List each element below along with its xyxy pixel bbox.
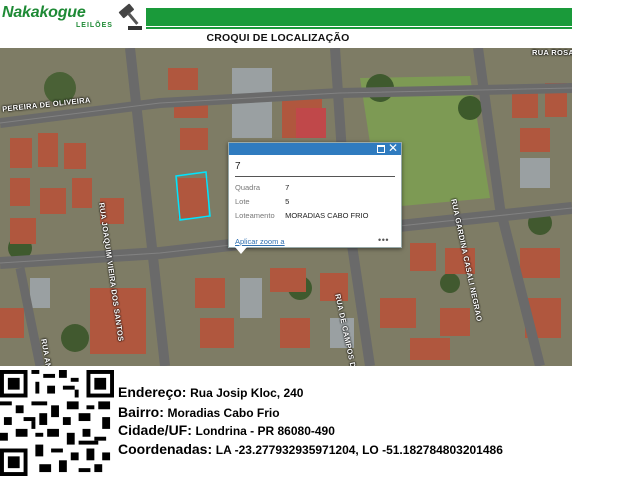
gavel-icon	[118, 3, 142, 30]
field-label: Quadra	[235, 183, 261, 192]
field-value: MORADIAS CABO FRIO	[285, 211, 369, 220]
coordinates-value: LA -23.277932935971204, LO -51.182784803…	[215, 443, 503, 457]
field-value: 7	[285, 183, 290, 192]
page-title: CROQUI DE LOCALIZAÇÃO	[206, 32, 350, 44]
field-label: Lote	[235, 197, 250, 206]
brand-name: Nakakogue	[2, 4, 86, 21]
address-value: Rua Josip Kloc, 240	[190, 386, 304, 400]
popup-divider	[235, 176, 395, 177]
header: Nakakogue LEILÕES	[0, 0, 640, 34]
street-label: RUA ROSA	[532, 48, 572, 57]
qr-code	[0, 370, 114, 476]
popup-field-lote: Lote 5	[235, 197, 289, 206]
city-label: Cidade/UF:	[118, 422, 192, 438]
popup-header: ✕	[229, 141, 401, 155]
city-line: Cidade/UF: Londrina - PR 86080-490	[118, 422, 335, 438]
zoom-to-link[interactable]: Aplicar zoom a	[235, 237, 285, 246]
popup-field-loteamento: Loteamento MORADIAS CABO FRIO	[235, 211, 368, 220]
popup-field-quadra: Quadra 7	[235, 183, 289, 192]
satellite-map[interactable]: PEREIRA DE OLIVEIRA RUA JOAQUIM VIEIRA D…	[0, 48, 572, 366]
city-value: Londrina - PR 86080-490	[195, 424, 335, 438]
close-icon[interactable]: ✕	[388, 141, 398, 155]
coordinates-label: Coordenadas:	[118, 441, 213, 457]
neighborhood-line: Bairro: Moradias Cabo Frio	[118, 404, 280, 420]
header-bar	[146, 8, 572, 26]
popup-pointer	[235, 247, 247, 254]
neighborhood-label: Bairro:	[118, 404, 164, 420]
header-rule	[146, 27, 572, 29]
brand-subtitle: LEILÕES	[76, 22, 113, 29]
neighborhood-value: Moradias Cabo Frio	[167, 406, 280, 420]
brand-logo: Nakakogue LEILÕES	[2, 2, 144, 32]
field-value: 5	[285, 197, 290, 206]
popup-title: 7	[235, 161, 241, 172]
coordinates-line: Coordenadas: LA -23.277932935971204, LO …	[118, 441, 503, 457]
maximize-icon[interactable]	[377, 145, 385, 153]
address-line: Endereço: Rua Josip Kloc, 240	[118, 384, 303, 400]
more-options-icon[interactable]: •••	[378, 235, 389, 245]
lot-info-popup: ✕ 7 Quadra 7 Lote 5 Loteamento MORADIAS …	[228, 141, 402, 254]
address-label: Endereço:	[118, 384, 187, 400]
field-label: Loteamento	[235, 211, 275, 220]
